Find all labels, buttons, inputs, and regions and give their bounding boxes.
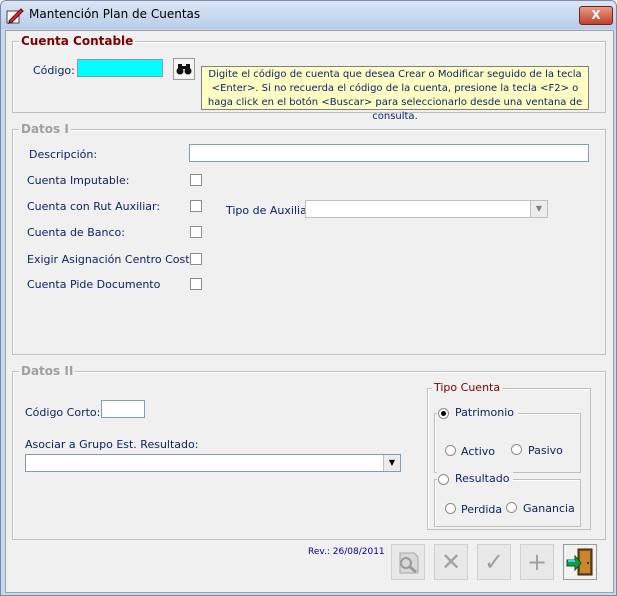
datos-1-group: Datos I Descripción: Cuenta Imputable: C… — [12, 122, 606, 355]
app-pencil-icon — [6, 8, 24, 24]
close-button[interactable]: X — [579, 6, 613, 25]
codigo-input[interactable] — [77, 59, 163, 77]
datos-1-legend: Datos I — [19, 122, 71, 136]
descripcion-label: Descripción: — [29, 148, 98, 161]
delete-icon: ✕ — [440, 548, 462, 576]
client-area: Cuenta Contable Código: Digite el código… — [5, 30, 614, 593]
banco-label: Cuenta de Banco: — [27, 226, 125, 239]
pasivo-radio[interactable] — [511, 444, 522, 455]
window-title: Mantención Plan de Cuentas — [29, 7, 201, 21]
patrimonio-label: Patrimonio — [437, 406, 518, 419]
dropdown-arrow-icon[interactable]: ▼ — [383, 455, 400, 471]
delete-button[interactable]: ✕ — [434, 544, 468, 580]
imputable-label: Cuenta Imputable: — [27, 174, 130, 187]
tipo-auxiliar-label: Tipo de Auxiliar: — [226, 204, 315, 217]
resultado-radio[interactable] — [438, 474, 449, 485]
accept-button[interactable]: ✓ — [477, 544, 511, 580]
binoculars-icon — [176, 64, 192, 75]
perdida-label: Perdida — [461, 503, 503, 516]
activo-label: Activo — [461, 445, 495, 458]
descripcion-input[interactable] — [189, 144, 589, 162]
banco-checkbox[interactable] — [190, 226, 202, 238]
patrimonio-group: Patrimonio Activo Pasivo — [434, 406, 581, 473]
pide-documento-checkbox[interactable] — [190, 278, 202, 290]
exit-door-icon — [566, 548, 593, 576]
codigo-corto-input[interactable] — [101, 400, 145, 418]
codigo-label: Código: — [33, 64, 75, 77]
search-doc-icon — [399, 552, 419, 574]
add-icon: + — [526, 548, 548, 576]
cuenta-contable-group: Cuenta Contable Código: Digite el código… — [12, 34, 606, 122]
cuenta-contable-legend: Cuenta Contable — [19, 34, 136, 48]
pide-documento-label: Cuenta Pide Documento — [27, 278, 161, 291]
rut-auxiliar-checkbox[interactable] — [190, 200, 202, 212]
grupo-select[interactable]: ▼ — [25, 454, 401, 472]
search-button[interactable] — [173, 58, 195, 80]
grupo-label: Asociar a Grupo Est. Resultado: — [25, 438, 199, 451]
title-bar[interactable]: Mantención Plan de Cuentas X — [1, 1, 616, 29]
imputable-checkbox[interactable] — [190, 174, 202, 186]
perdida-radio[interactable] — [445, 503, 456, 514]
codigo-corto-label: Código Corto: — [25, 406, 101, 419]
instructions-note: Digite el código de cuenta que desea Cre… — [201, 66, 589, 122]
dropdown-arrow-icon[interactable]: ▼ — [530, 201, 547, 217]
activo-radio[interactable] — [445, 445, 456, 456]
check-icon: ✓ — [483, 548, 505, 576]
search-doc-button[interactable] — [391, 544, 425, 580]
centro-costo-label: Exigir Asignación Centro Costo: — [27, 253, 201, 266]
exit-button[interactable] — [563, 544, 597, 580]
ganancia-label: Ganancia — [523, 502, 575, 515]
add-button[interactable]: + — [520, 544, 554, 580]
patrimonio-radio[interactable] — [438, 408, 449, 419]
resultado-group: Resultado Perdida Ganancia — [434, 472, 581, 527]
datos-2-group: Datos II Código Corto: Asociar a Grupo E… — [12, 364, 606, 540]
tipo-cuenta-group: Tipo Cuenta Patrimonio Activo Pasivo Res… — [427, 381, 591, 530]
centro-costo-checkbox[interactable] — [190, 253, 202, 265]
main-window: Mantención Plan de Cuentas X Cuenta Cont… — [0, 0, 617, 596]
pasivo-label: Pasivo — [528, 444, 563, 457]
tipo-cuenta-legend: Tipo Cuenta — [432, 381, 503, 394]
ganancia-radio[interactable] — [506, 502, 517, 513]
datos-2-legend: Datos II — [19, 364, 76, 378]
tipo-auxiliar-select[interactable]: ▼ — [305, 200, 548, 218]
rut-auxiliar-label: Cuenta con Rut Auxiliar: — [27, 200, 161, 213]
revision-label: Rev.: 26/08/2011 — [308, 547, 385, 557]
